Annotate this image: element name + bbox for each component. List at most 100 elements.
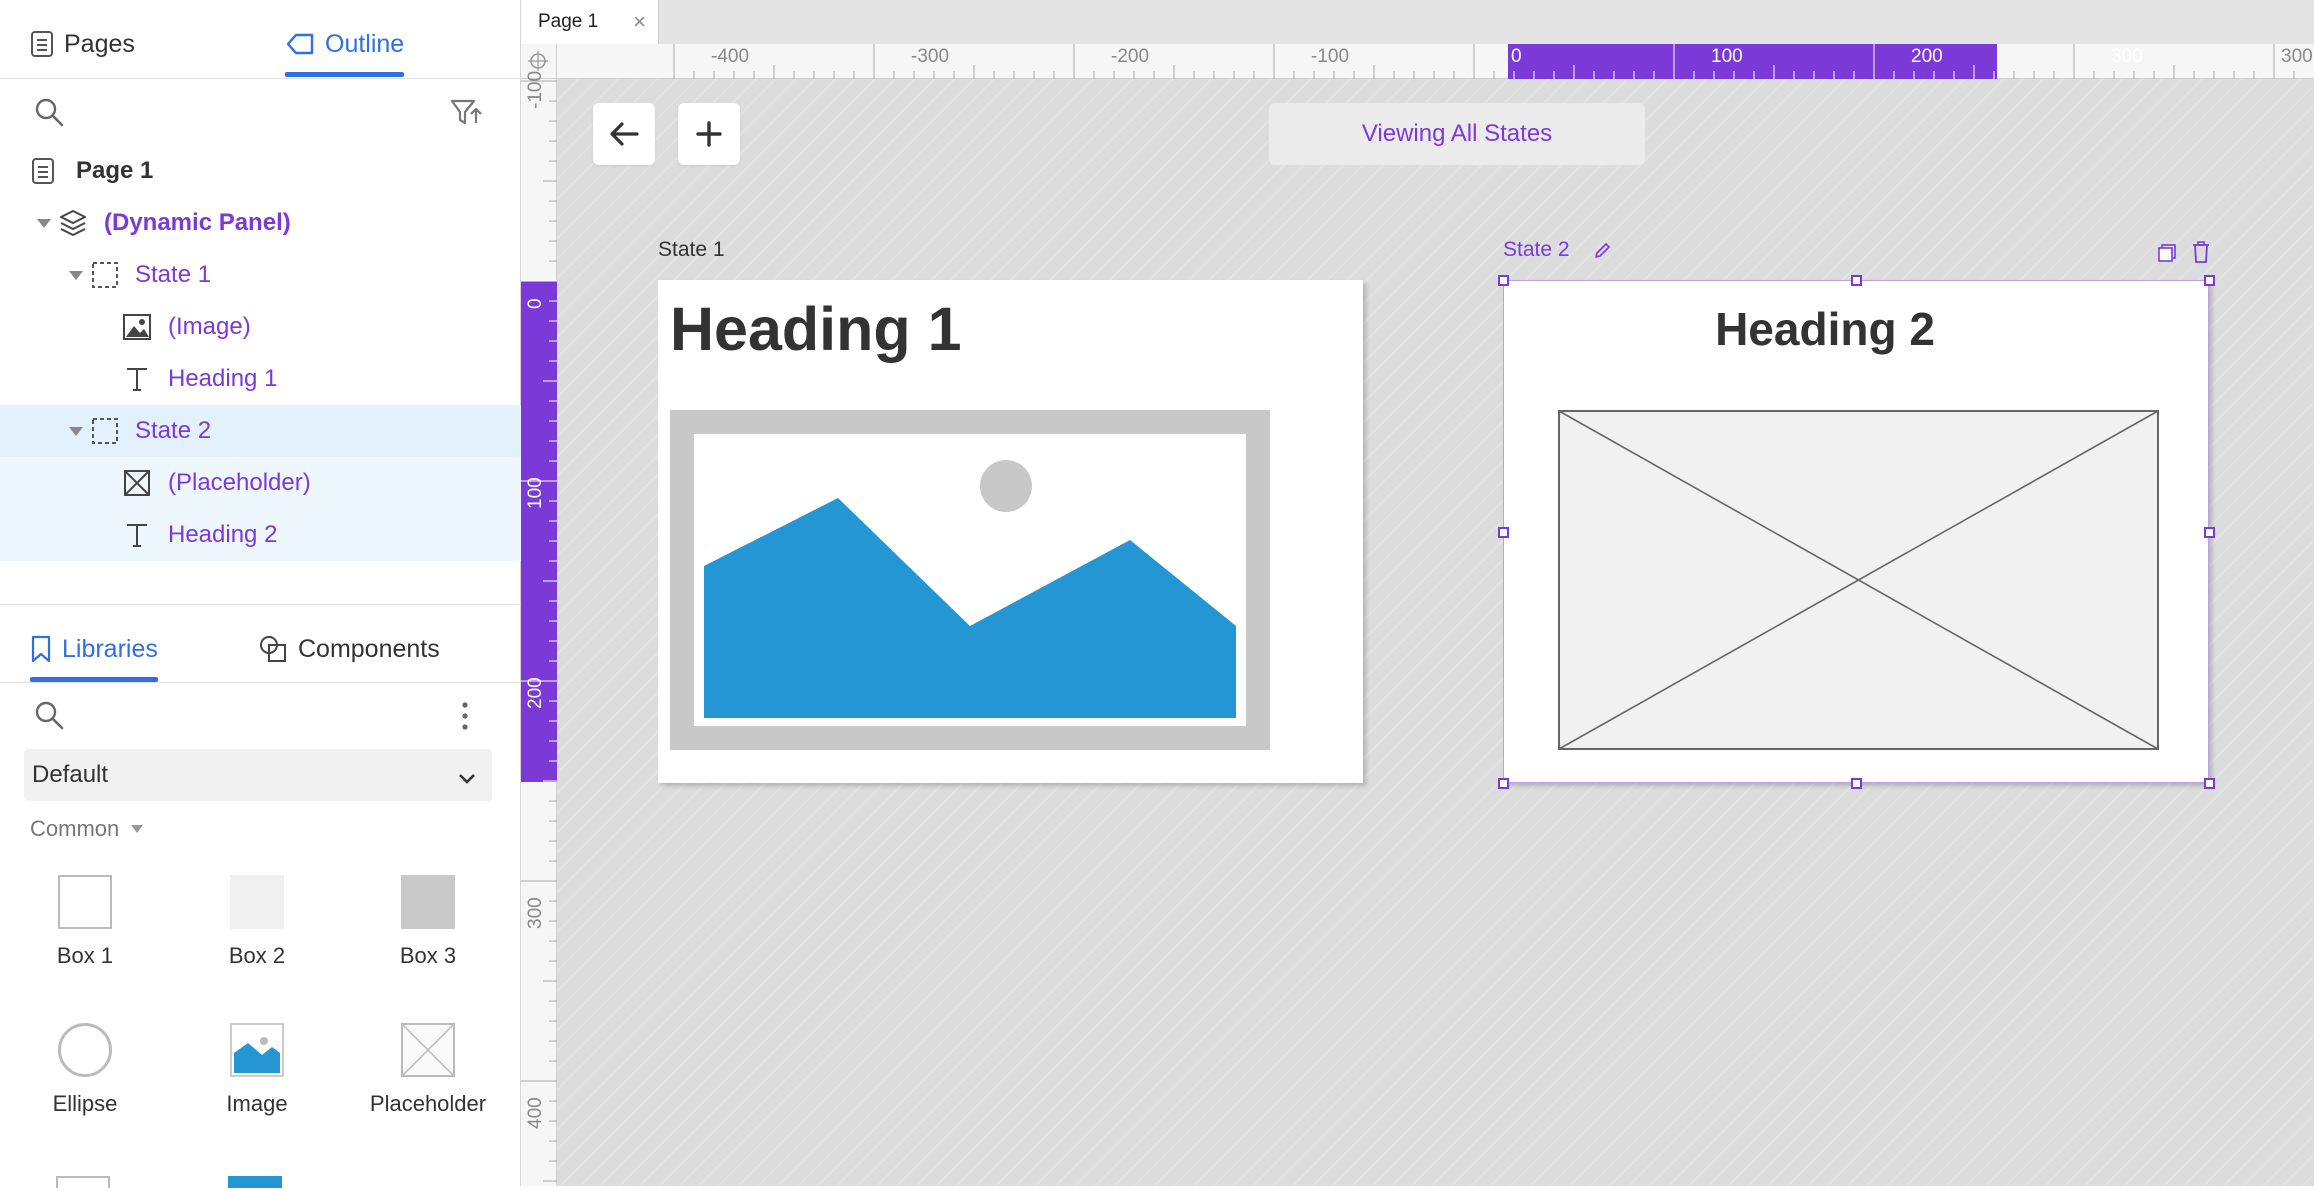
library-select-value: Default: [32, 761, 109, 788]
page-tabstrip: Page 1 ×: [521, 0, 2314, 44]
viewing-all-states-button[interactable]: Viewing All States: [1269, 103, 1645, 165]
more-options-icon[interactable]: [458, 700, 472, 737]
tree-row-dynamic-panel[interactable]: (Dynamic Panel): [0, 197, 521, 249]
library-item-image[interactable]: Image: [182, 1023, 332, 1117]
state1-label[interactable]: State 1: [658, 238, 725, 262]
library-section-label: Common: [30, 816, 120, 841]
tree-row-heading1[interactable]: Heading 1: [0, 353, 521, 405]
image-thumbnail: [230, 1023, 284, 1077]
tab-pages[interactable]: Pages: [30, 24, 135, 64]
tree-row-state2[interactable]: State 2: [0, 405, 521, 457]
edit-pencil-icon[interactable]: [1593, 240, 1613, 265]
library-select[interactable]: Default: [24, 749, 492, 801]
tab-components[interactable]: Components: [258, 629, 440, 669]
filter-icon[interactable]: [450, 97, 482, 132]
box1-thumbnail: [58, 875, 112, 929]
components-icon: [258, 634, 288, 664]
tab-libraries-underline: [30, 677, 158, 682]
image-widget[interactable]: [670, 410, 1270, 750]
tree-label-state1: State 1: [135, 261, 212, 288]
ruler-label: -100: [525, 70, 546, 109]
state2-label[interactable]: State 2: [1503, 238, 1570, 262]
ruler-label: 300: [2111, 46, 2143, 67]
plus-icon: [696, 121, 722, 147]
ruler-label: 300: [2281, 46, 2313, 67]
tree-label-image: (Image): [168, 313, 251, 340]
text-icon: [122, 364, 152, 394]
resize-handle-nw[interactable]: [1498, 275, 1509, 286]
add-state-button[interactable]: [678, 103, 740, 165]
left-tabbar: Pages Outline: [0, 0, 521, 79]
horizontal-ruler[interactable]: -400 -300 -200 -100 0 100 200 300 300: [557, 44, 2314, 79]
resize-handle-se[interactable]: [2204, 778, 2215, 789]
ruler-label: 200: [1911, 46, 1943, 67]
resize-handle-w[interactable]: [1498, 527, 1509, 538]
tree-label-state2: State 2: [135, 417, 212, 444]
resize-handle-ne[interactable]: [2204, 275, 2215, 286]
tree-row-heading2[interactable]: Heading 2: [0, 509, 521, 561]
library-item-label: Box 3: [399, 943, 457, 968]
tab-pages-label: Pages: [64, 29, 135, 58]
duplicate-icon[interactable]: [2157, 243, 2177, 268]
library-section-common[interactable]: Common: [30, 816, 144, 842]
state1-card[interactable]: Heading 1: [658, 280, 1363, 783]
resize-handle-s[interactable]: [1851, 778, 1862, 789]
tab-outline[interactable]: Outline: [285, 24, 405, 77]
close-icon[interactable]: ×: [633, 9, 646, 35]
library-item-partial-box[interactable]: [56, 1176, 110, 1188]
ruler-label: 300: [525, 897, 546, 929]
placeholder-widget[interactable]: [1558, 410, 2159, 750]
layers-icon: [58, 208, 88, 238]
library-item-label: Ellipse: [52, 1091, 118, 1116]
box3-thumbnail: [401, 875, 455, 929]
tab-outline-underline: [285, 72, 405, 77]
ruler-label: 0: [1511, 46, 1522, 67]
outline-search-icon[interactable]: [34, 97, 64, 132]
ruler-label: 100: [1711, 46, 1743, 67]
tree-label-page: Page 1: [76, 157, 154, 184]
tree-row-page[interactable]: Page 1: [0, 145, 521, 197]
caret-down-icon[interactable]: [37, 219, 51, 228]
library-item-box1[interactable]: Box 1: [10, 875, 160, 969]
library-item-label: Image: [226, 1091, 288, 1116]
ruler-label: -100: [1311, 46, 1350, 67]
page-icon: [30, 30, 54, 58]
vertical-ruler-ticks: [521, 80, 557, 1182]
back-button[interactable]: [593, 103, 655, 165]
caret-down-icon: [131, 825, 144, 833]
library-item-placeholder[interactable]: Placeholder: [353, 1023, 503, 1117]
library-item-box3[interactable]: Box 3: [353, 875, 503, 969]
library-item-ellipse[interactable]: Ellipse: [10, 1023, 160, 1117]
tree-row-state1[interactable]: State 1: [0, 249, 521, 301]
library-item-partial-blue[interactable]: [228, 1176, 282, 1188]
tree-label-heading2: Heading 2: [168, 521, 278, 548]
outline-icon: [285, 31, 315, 57]
ruler-label: -200: [1111, 46, 1150, 67]
trash-icon[interactable]: [2191, 240, 2211, 269]
page-tab[interactable]: Page 1 ×: [521, 0, 659, 44]
state2-card[interactable]: Heading 2: [1503, 280, 2209, 783]
library-item-label: Placeholder: [369, 1091, 487, 1116]
caret-down-icon[interactable]: [69, 427, 83, 436]
tree-row-image[interactable]: (Image): [0, 301, 521, 353]
caret-down-icon[interactable]: [69, 271, 83, 280]
resize-handle-sw[interactable]: [1498, 778, 1509, 789]
ellipse-thumbnail: [58, 1023, 112, 1077]
tab-libraries[interactable]: Libraries: [30, 629, 158, 682]
vertical-ruler[interactable]: -100 0 100 200 300 400: [521, 71, 557, 1186]
library-search-icon[interactable]: [34, 700, 64, 735]
state-icon: [90, 416, 120, 446]
resize-handle-n[interactable]: [1851, 275, 1862, 286]
library-item-box2[interactable]: Box 2: [182, 875, 332, 969]
heading1-widget[interactable]: Heading 1: [670, 294, 962, 364]
page-icon: [28, 156, 58, 186]
tab-libraries-label: Libraries: [62, 634, 158, 663]
tree-label-placeholder: (Placeholder): [168, 469, 311, 496]
resize-handle-e[interactable]: [2204, 527, 2215, 538]
tree-row-placeholder[interactable]: (Placeholder): [0, 457, 521, 509]
image-icon: [122, 312, 152, 342]
text-icon: [122, 520, 152, 550]
ruler-label: -400: [711, 46, 750, 67]
library-item-label: Box 2: [228, 943, 286, 968]
heading2-widget[interactable]: Heading 2: [1503, 302, 2147, 356]
